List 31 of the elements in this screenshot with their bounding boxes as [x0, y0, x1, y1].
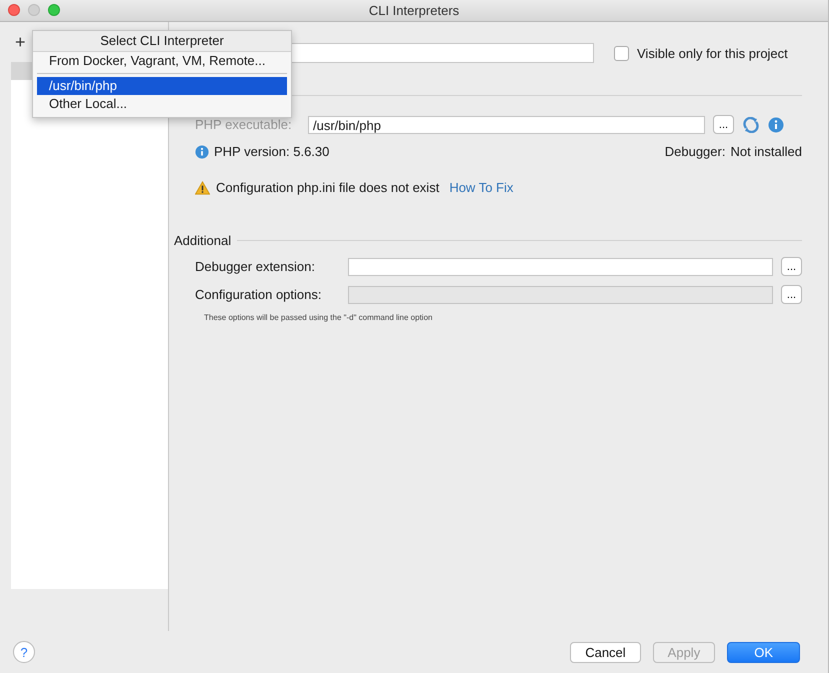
add-button[interactable]: +	[15, 32, 26, 52]
browse-button[interactable]: ...	[713, 115, 734, 134]
info-icon	[195, 144, 209, 158]
input-field[interactable]	[348, 258, 773, 276]
dialog-button[interactable]: Cancel	[570, 642, 641, 662]
popup-title: Select CLI Interpreter	[33, 31, 291, 52]
debugger-label: Debugger:	[664, 144, 726, 159]
zoom-icon[interactable]	[48, 4, 60, 16]
window-title: CLI Interpreters	[368, 3, 460, 18]
field-label: Debugger extension:	[195, 259, 316, 274]
section-title: Additional	[174, 233, 232, 248]
close-icon[interactable]	[8, 4, 20, 16]
php-version: PHP version: 5.6.30	[214, 144, 330, 159]
executable-field[interactable]: /usr/bin/php	[308, 116, 705, 134]
debugger-status: Not installed	[730, 144, 802, 159]
menu-item[interactable]: /usr/bin/php	[37, 77, 287, 95]
warning-icon	[195, 180, 210, 194]
hint-text: These options will be passed using the "-d" command line option	[203, 313, 434, 322]
executable-label: PHP executable:	[195, 117, 293, 132]
checkbox[interactable]	[614, 46, 629, 60]
field-label: Configuration options:	[195, 287, 322, 302]
warning-message: Configuration php.ini file does not exist	[216, 180, 440, 195]
refresh-icon[interactable]	[742, 116, 760, 132]
menu-item[interactable]: From Docker, Vagrant, VM, Remote...	[37, 52, 287, 70]
browse-button[interactable]: ...	[781, 257, 802, 276]
info-icon[interactable]	[768, 116, 784, 132]
checkbox-label: Visible only for this project	[637, 46, 788, 60]
minimize-icon[interactable]	[28, 4, 40, 16]
menu-item[interactable]: Other Local...	[37, 95, 287, 113]
help-button[interactable]: ?	[13, 641, 35, 663]
how-to-fix-link[interactable]: How To Fix	[449, 180, 514, 195]
